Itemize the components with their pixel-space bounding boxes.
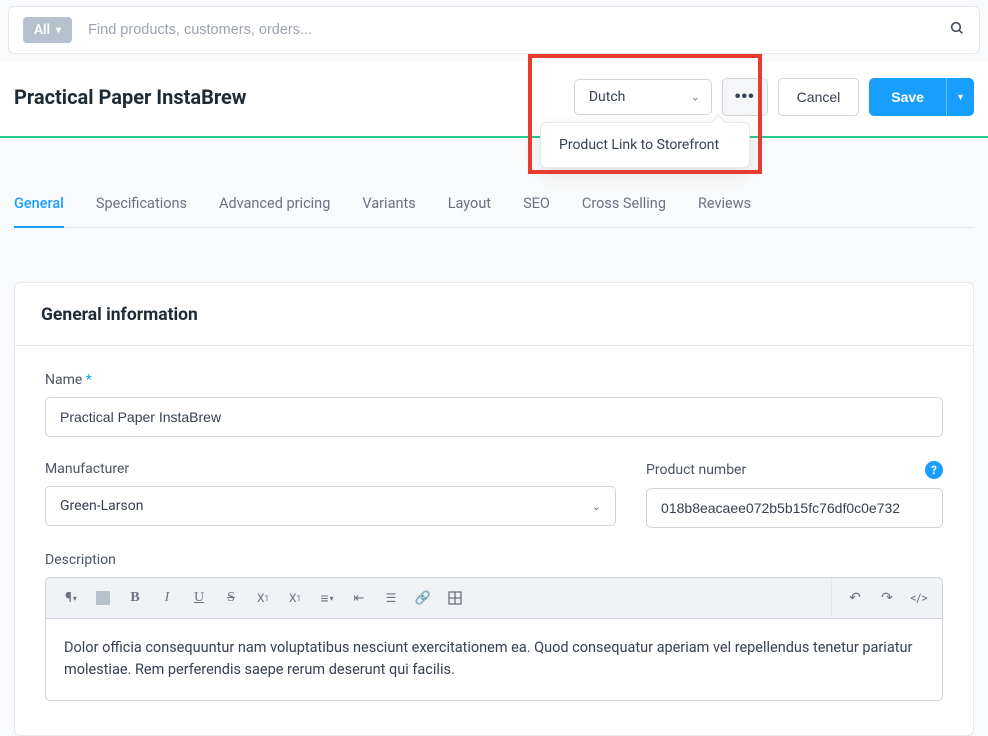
search-input[interactable] xyxy=(88,22,949,38)
align-button[interactable]: ≡▾ xyxy=(312,584,342,612)
save-button-group: Save ▾ xyxy=(869,78,974,116)
tab-specifications[interactable]: Specifications xyxy=(96,182,187,228)
tab-cross-selling[interactable]: Cross Selling xyxy=(582,182,666,228)
search-scope-label: All xyxy=(34,22,50,38)
name-label: Name * xyxy=(45,372,943,388)
underline-button[interactable]: U xyxy=(184,584,214,612)
description-label: Description xyxy=(45,552,943,568)
help-icon[interactable]: ? xyxy=(925,461,943,479)
tab-advanced-pricing[interactable]: Advanced pricing xyxy=(219,182,330,228)
bold-button[interactable]: B xyxy=(120,584,150,612)
chevron-down-icon: ⌄ xyxy=(592,500,601,513)
tab-reviews[interactable]: Reviews xyxy=(698,182,751,228)
language-select-value: Dutch xyxy=(574,79,712,115)
save-dropdown-button[interactable]: ▾ xyxy=(946,78,974,116)
subscript-button[interactable]: X1 xyxy=(280,584,310,612)
storefront-link-popover[interactable]: Product Link to Storefront xyxy=(540,122,750,168)
highlight-icon xyxy=(96,591,110,605)
search-scope-pill[interactable]: All ▾ xyxy=(23,17,72,43)
paragraph-format-button[interactable]: ¶▾ xyxy=(56,584,86,612)
popover-text: Product Link to Storefront xyxy=(559,137,719,153)
page-title: Practical Paper InstaBrew xyxy=(14,85,247,109)
manufacturer-field: Manufacturer Green-Larson ⌄ xyxy=(45,461,616,528)
undo-button[interactable]: ↶ xyxy=(840,584,870,612)
cancel-button[interactable]: Cancel xyxy=(778,78,860,116)
product-number-label: Product number xyxy=(646,462,746,478)
rte-toolbar: ¶▾ B I U S X1 X1 ≡▾ ⇤ ☰ 🔗 xyxy=(45,577,943,618)
tab-general[interactable]: General xyxy=(14,182,64,228)
language-select[interactable]: Dutch ⌄ xyxy=(574,79,712,115)
header-actions: Dutch ⌄ ••• Cancel Save ▾ xyxy=(574,78,974,116)
card-title: General information xyxy=(41,305,947,325)
search-icon[interactable] xyxy=(949,20,965,40)
required-indicator: * xyxy=(86,372,92,388)
tabs: General Specifications Advanced pricing … xyxy=(14,182,974,228)
name-input[interactable] xyxy=(45,397,943,437)
card-body: Name * Manufacturer Green-Larson ⌄ Produ… xyxy=(15,346,973,735)
tabs-container: General Specifications Advanced pricing … xyxy=(0,182,988,228)
name-field: Name * xyxy=(45,372,943,437)
chevron-down-icon: ▾ xyxy=(56,25,61,36)
table-button[interactable] xyxy=(440,584,470,612)
manufacturer-value: Green-Larson xyxy=(60,498,143,514)
tab-layout[interactable]: Layout xyxy=(448,182,491,228)
search-bar: All ▾ xyxy=(8,6,980,54)
product-number-field: Product number ? xyxy=(646,461,943,528)
redo-button[interactable]: ↷ xyxy=(872,584,902,612)
ellipsis-icon: ••• xyxy=(735,88,755,106)
page-header: Practical Paper InstaBrew Dutch ⌄ ••• Ca… xyxy=(0,62,988,138)
description-field: Description ¶▾ B I U S X1 X1 ≡▾ ⇤ ☰ 🔗 xyxy=(45,552,943,701)
card-header: General information xyxy=(15,283,973,346)
product-number-input[interactable] xyxy=(646,488,943,528)
highlight-button[interactable] xyxy=(88,584,118,612)
tab-variants[interactable]: Variants xyxy=(362,182,415,228)
strikethrough-button[interactable]: S xyxy=(216,584,246,612)
link-button[interactable]: 🔗 xyxy=(408,584,438,612)
general-info-card: General information Name * Manufacturer … xyxy=(14,282,974,736)
superscript-button[interactable]: X1 xyxy=(248,584,278,612)
save-button[interactable]: Save xyxy=(869,78,946,116)
code-view-button[interactable]: </> xyxy=(904,584,934,612)
more-actions-button[interactable]: ••• xyxy=(722,78,768,116)
outdent-button[interactable]: ⇤ xyxy=(344,584,374,612)
list-button[interactable]: ☰ xyxy=(376,584,406,612)
chevron-down-icon: ▾ xyxy=(958,92,963,103)
description-editor[interactable]: Dolor officia consequuntur nam voluptati… xyxy=(45,618,943,701)
manufacturer-label: Manufacturer xyxy=(45,461,616,477)
italic-button[interactable]: I xyxy=(152,584,182,612)
tab-seo[interactable]: SEO xyxy=(523,182,550,228)
manufacturer-select[interactable]: Green-Larson ⌄ xyxy=(45,486,616,526)
